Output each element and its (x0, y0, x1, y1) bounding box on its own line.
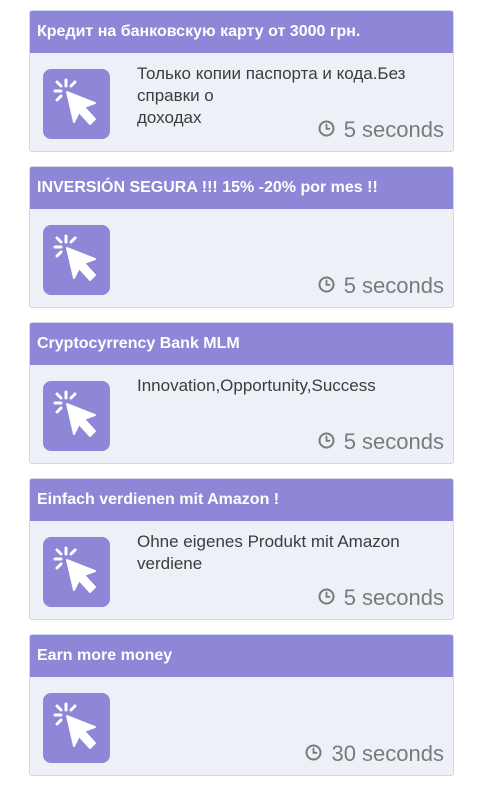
offer-card[interactable]: INVERSIÓN SEGURA !!! 15% -20% por mes !!… (29, 166, 454, 308)
offer-timer-label: 5 seconds (343, 429, 444, 454)
offer-card[interactable]: Cryptocyrrency Bank MLM Innovation,Oppor… (29, 322, 454, 464)
offer-timer: 5 seconds (318, 117, 444, 143)
offer-body: 5 seconds (30, 209, 453, 307)
offer-list: Кредит на банковскую карту от 3000 грн. … (0, 0, 480, 800)
offer-description: Innovation,Opportunity,Success (137, 375, 437, 397)
offer-timer: 30 seconds (305, 741, 444, 767)
offer-timer: 5 seconds (318, 429, 444, 455)
clock-icon (318, 429, 344, 455)
offer-body: 30 seconds (30, 677, 453, 775)
offer-body: Только копии паспорта и кода.Без справки… (30, 53, 453, 151)
offer-timer-label: 5 seconds (343, 117, 444, 142)
offer-description-line: Ohne eigenes Produkt mit Amazon (137, 532, 400, 551)
offer-timer: 5 seconds (318, 585, 444, 611)
pointer-click-icon[interactable] (43, 69, 110, 139)
clock-icon (305, 741, 331, 767)
pointer-click-icon[interactable] (43, 537, 110, 607)
offer-card[interactable]: Earn more money 30 seconds (29, 634, 454, 776)
offer-title: Earn more money (30, 635, 453, 677)
offer-description-line: справки о (137, 86, 214, 105)
pointer-click-icon[interactable] (43, 225, 110, 295)
clock-icon (318, 117, 344, 143)
pointer-click-icon[interactable] (43, 381, 110, 451)
offer-description: Ohne eigenes Produkt mit Amazon verdiene (137, 531, 437, 575)
offer-card[interactable]: Кредит на банковскую карту от 3000 грн. … (29, 10, 454, 152)
offer-timer: 5 seconds (318, 273, 444, 299)
offer-timer-label: 5 seconds (343, 273, 444, 298)
clock-icon (318, 273, 344, 299)
pointer-click-icon[interactable] (43, 693, 110, 763)
clock-icon (318, 585, 344, 611)
offer-title: Einfach verdienen mit Amazon ! (30, 479, 453, 521)
offer-description-line: Только копии паспорта и кода.Без (137, 64, 406, 83)
offer-title: Cryptocyrrency Bank MLM (30, 323, 453, 365)
offer-body: Innovation,Opportunity,Success 5 seconds (30, 365, 453, 463)
offer-card[interactable]: Einfach verdienen mit Amazon ! Ohne eige… (29, 478, 454, 620)
offer-description-line: verdiene (137, 554, 203, 573)
offer-timer-label: 5 seconds (343, 585, 444, 610)
offer-title: INVERSIÓN SEGURA !!! 15% -20% por mes !! (30, 167, 453, 209)
offer-title: Кредит на банковскую карту от 3000 грн. (30, 11, 453, 53)
offer-description-line: Innovation,Opportunity,Success (137, 376, 376, 395)
offer-timer-label: 30 seconds (331, 741, 444, 766)
offer-body: Ohne eigenes Produkt mit Amazon verdiene… (30, 521, 453, 619)
